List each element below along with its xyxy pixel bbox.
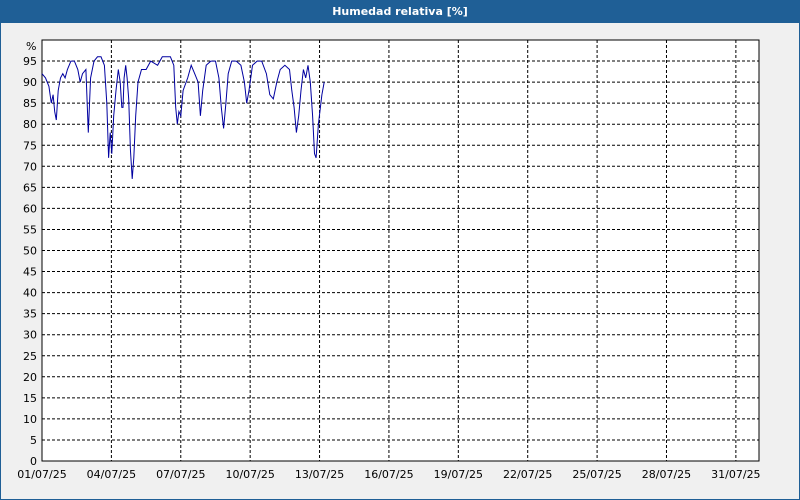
x-tick-label: 28/07/25 xyxy=(642,468,691,481)
y-tick-label: 70 xyxy=(23,160,37,173)
y-tick-label: 55 xyxy=(23,223,37,236)
y-tick-label: 20 xyxy=(23,371,37,384)
y-tick-label: 30 xyxy=(23,329,37,342)
x-tick-label: 19/07/25 xyxy=(434,468,483,481)
y-axis-label: % xyxy=(26,40,36,53)
y-tick-label: 25 xyxy=(23,350,37,363)
y-tick-label: 65 xyxy=(23,181,37,194)
y-tick-label: 40 xyxy=(23,287,37,300)
y-tick-labels: 0 5 10 15 20 25 30 35 40 45 50 55 60 65 70 75 80 85 90 95 xyxy=(23,55,37,468)
x-tick-label: 07/07/25 xyxy=(156,468,205,481)
y-tick-label: 35 xyxy=(23,308,37,321)
y-tick-label: 85 xyxy=(23,97,37,110)
y-tick-label: 90 xyxy=(23,76,37,89)
x-tick-labels: 01/07/25 04/07/25 07/07/25 10/07/25 13/07/25… xyxy=(17,468,760,481)
y-tick-label: 15 xyxy=(23,392,37,405)
x-tick-label: 31/07/25 xyxy=(711,468,760,481)
y-tick-label: 60 xyxy=(23,202,37,215)
x-tick-label: 10/07/25 xyxy=(225,468,274,481)
x-tick-label: 13/07/25 xyxy=(295,468,344,481)
x-tick-label: 25/07/25 xyxy=(572,468,621,481)
y-tick-label: 45 xyxy=(23,266,37,279)
y-tick-label: 5 xyxy=(30,434,37,447)
x-tick-label: 22/07/25 xyxy=(503,468,552,481)
y-tick-label: 80 xyxy=(23,118,37,131)
humidity-chart: 0 5 10 15 20 25 30 35 40 45 50 55 60 65 70 75 80 85 90 95 0… xyxy=(17,39,761,481)
x-tick-label: 04/07/25 xyxy=(87,468,136,481)
y-tick-label: 75 xyxy=(23,139,37,152)
y-tick-label: 95 xyxy=(23,55,37,68)
y-tick-label: 10 xyxy=(23,413,37,426)
x-tick-label: 01/07/25 xyxy=(17,468,66,481)
y-tick-label: 50 xyxy=(23,245,37,258)
x-tick-label: 16/07/25 xyxy=(364,468,413,481)
y-tick-label: 0 xyxy=(30,455,37,468)
